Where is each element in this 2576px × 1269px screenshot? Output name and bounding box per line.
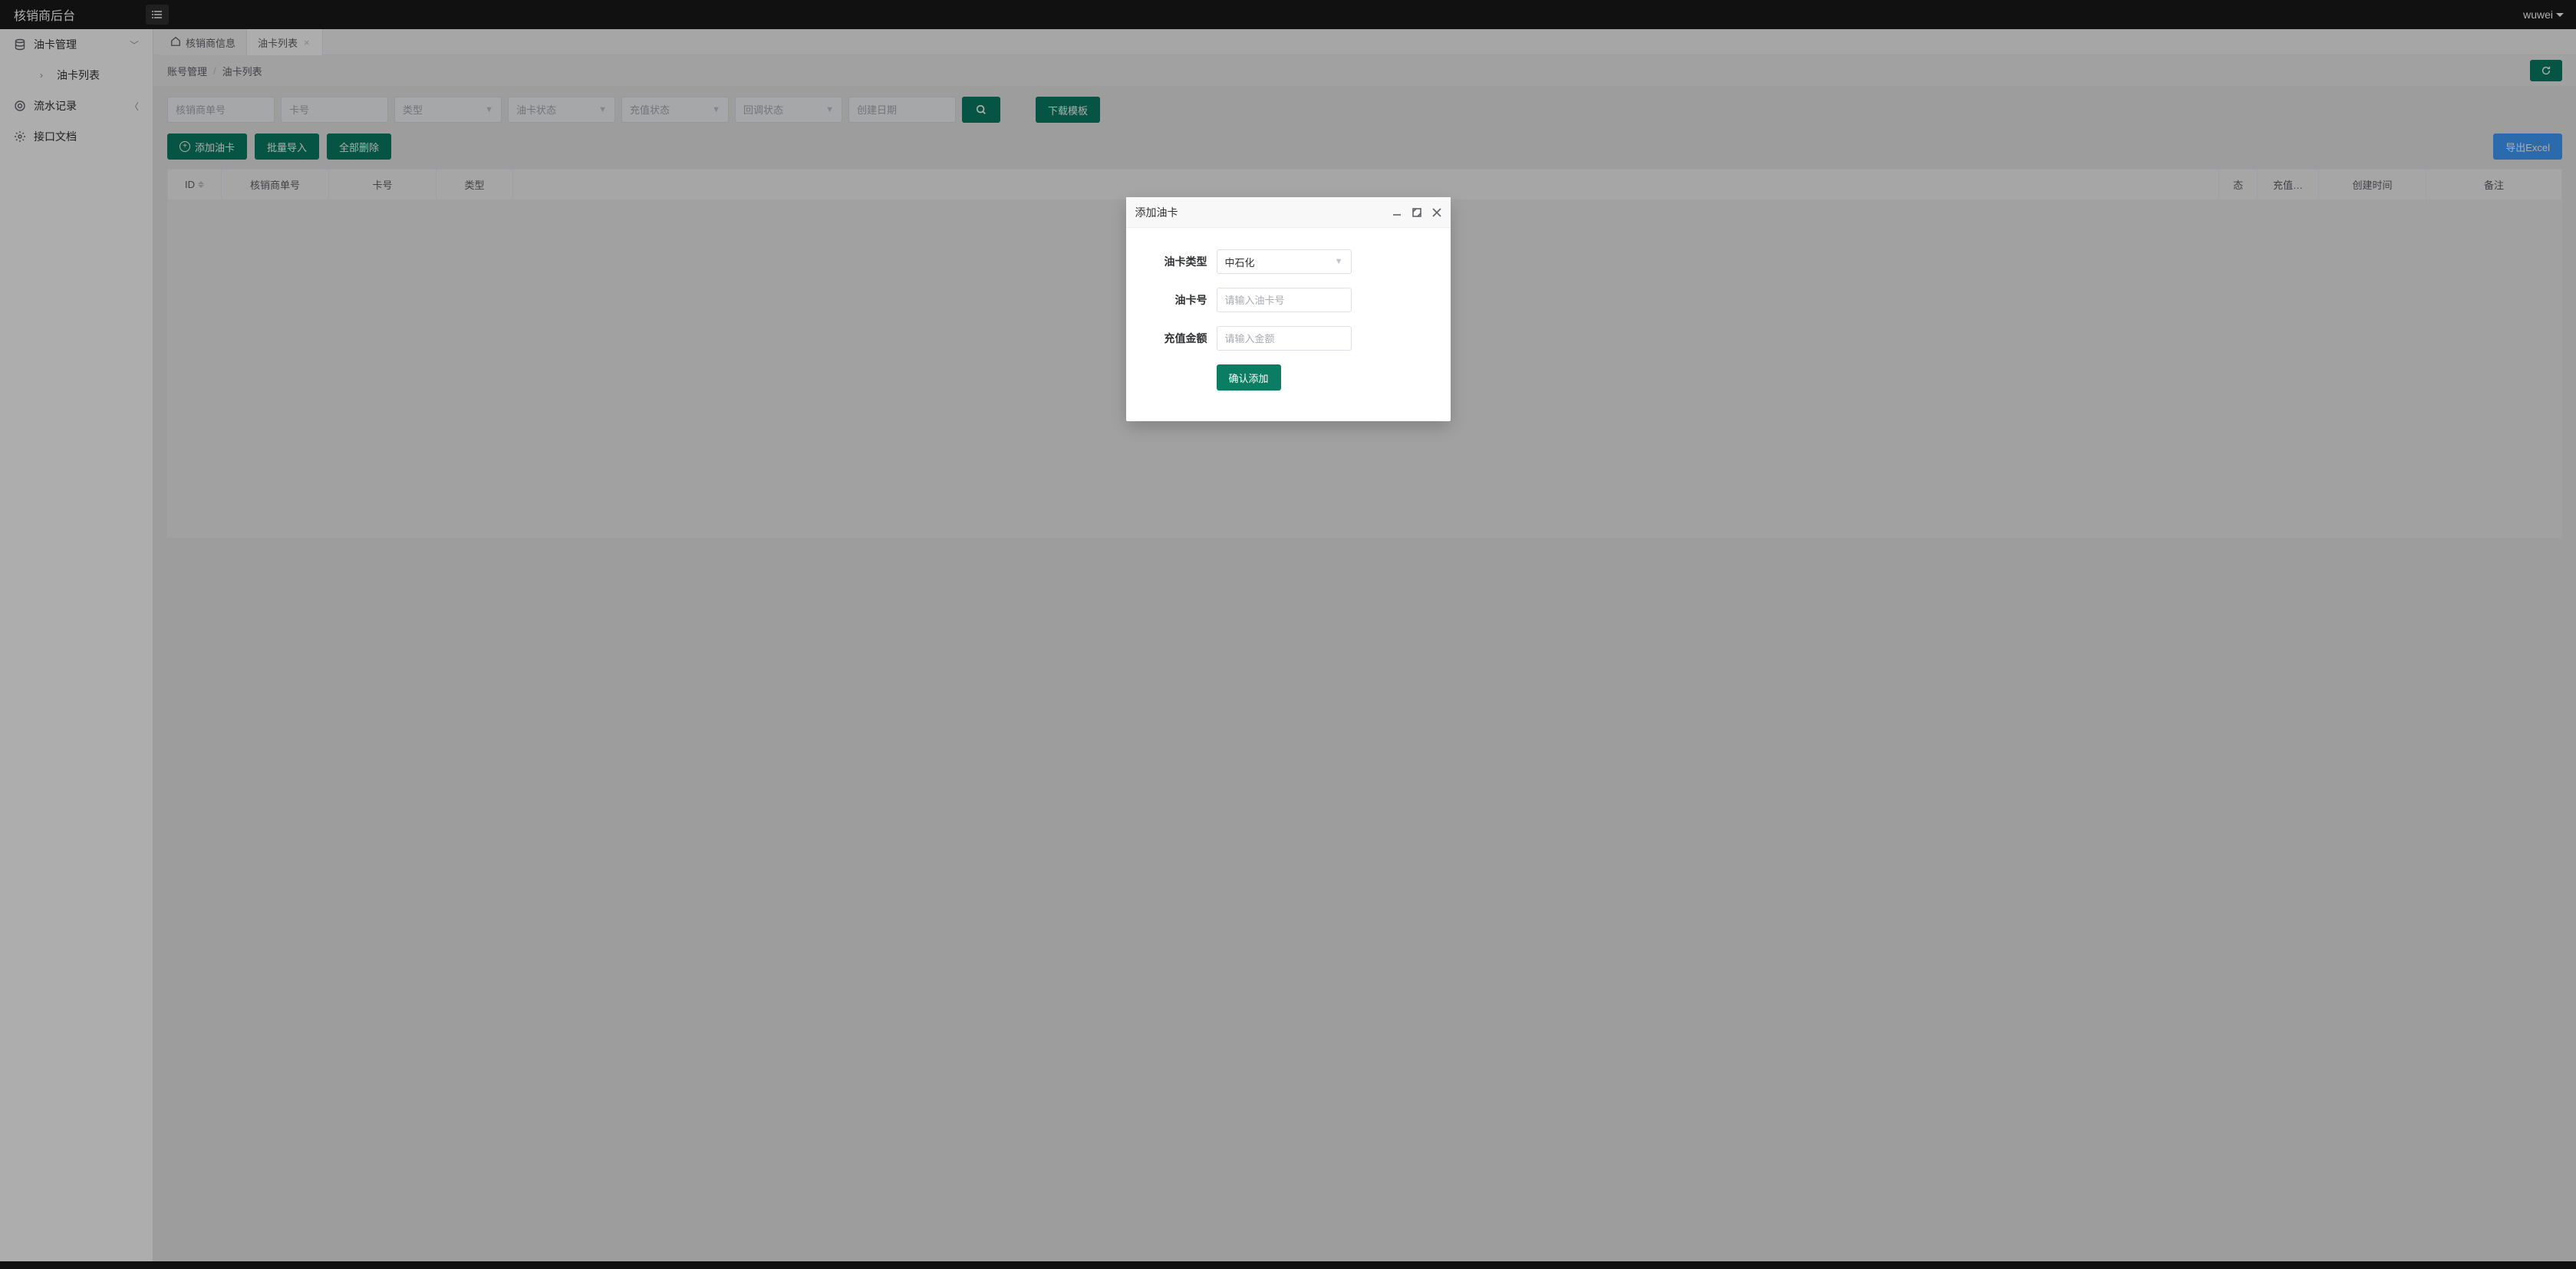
field-label-amount: 充值金额 [1155, 331, 1217, 346]
field-label-type: 油卡类型 [1155, 254, 1217, 269]
field-label-card-no: 油卡号 [1155, 292, 1217, 308]
minimize-button[interactable] [1392, 208, 1402, 217]
oilcard-no-input[interactable] [1217, 288, 1352, 312]
modal-title: 添加油卡 [1135, 205, 1178, 220]
modal-overlay[interactable]: 添加油卡 油卡类型 中石化 ▼ 油卡号 [0, 0, 2576, 1269]
close-icon [1432, 208, 1441, 217]
close-button[interactable] [1432, 208, 1441, 217]
modal-header[interactable]: 添加油卡 [1126, 197, 1451, 228]
minimize-icon [1392, 208, 1402, 217]
maximize-icon [1412, 208, 1421, 217]
maximize-button[interactable] [1412, 208, 1421, 217]
oilcard-type-select[interactable]: 中石化 ▼ [1217, 249, 1352, 274]
caret-down-icon: ▼ [1335, 257, 1343, 266]
confirm-add-button[interactable]: 确认添加 [1217, 364, 1281, 391]
add-oilcard-modal: 添加油卡 油卡类型 中石化 ▼ 油卡号 [1126, 197, 1451, 421]
recharge-amount-input[interactable] [1217, 326, 1352, 351]
modal-body: 油卡类型 中石化 ▼ 油卡号 充值金额 [1126, 228, 1451, 421]
